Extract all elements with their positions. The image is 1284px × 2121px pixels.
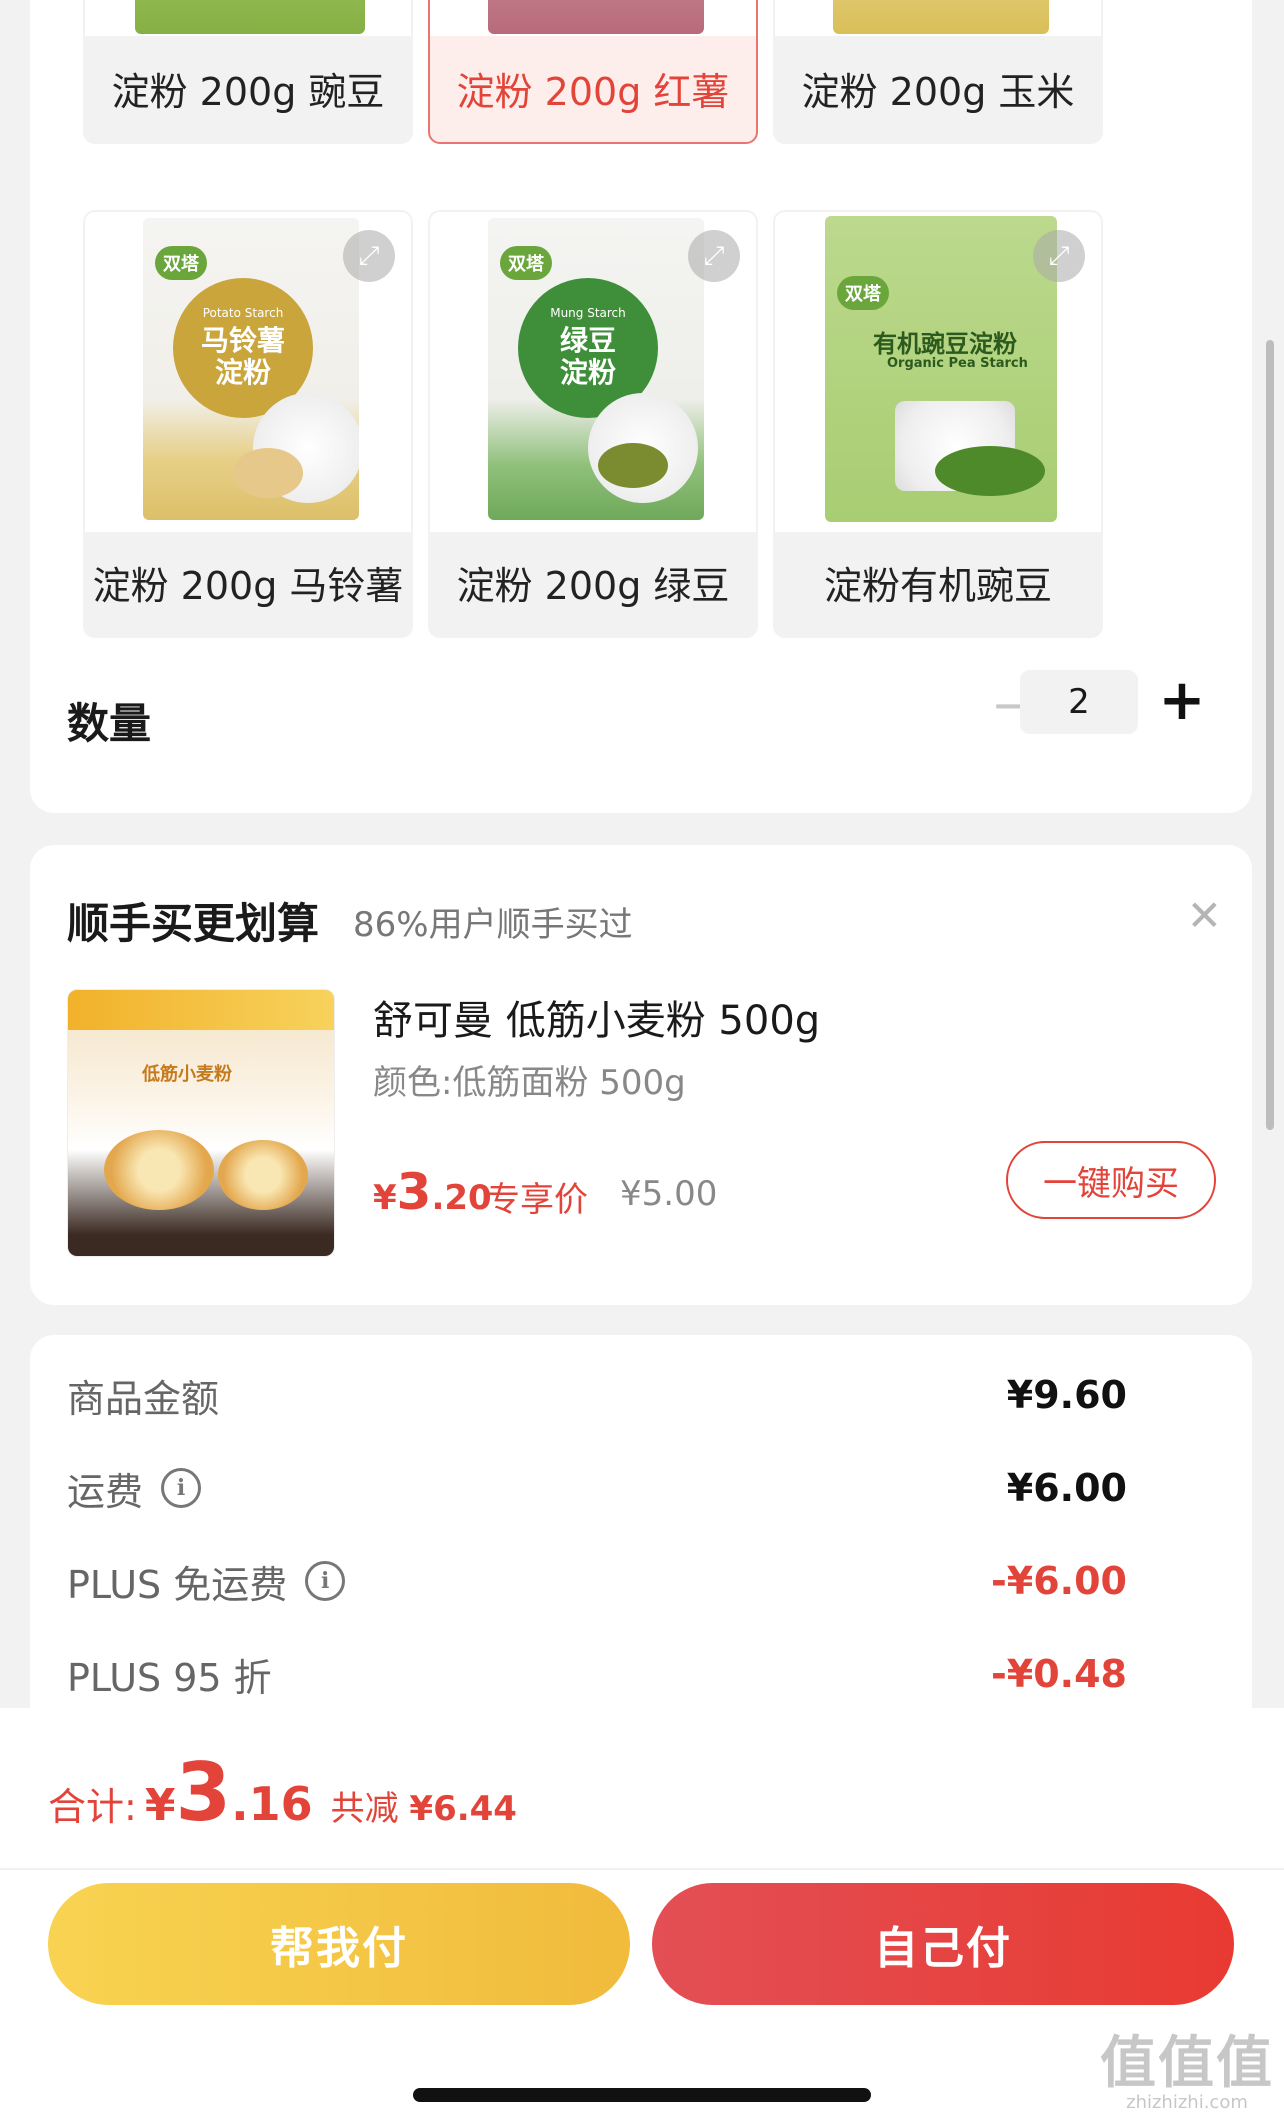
mung-bean-package-image: 双塔 Mung Starch 绿豆 淀粉 <box>488 218 704 520</box>
quantity-label: 数量 <box>67 699 152 748</box>
addon-title: 顺手买更划算 <box>67 899 320 948</box>
summary-row-plus-free-shipping: PLUS 免运费 i -¥6.00 <box>67 1551 1127 1611</box>
package-english-name: Organic Pea Starch <box>887 356 1028 371</box>
variant-label: 淀粉有机豌豆 <box>823 563 1052 608</box>
variant-card: 淀粉 200g 豌豆 淀粉 200g 红薯 淀粉 200g 玉米 双塔 Pota… <box>30 0 1252 813</box>
expand-icon[interactable]: ⤢ <box>688 230 740 282</box>
pea-package-image <box>135 0 365 34</box>
info-icon[interactable]: i <box>161 1468 202 1508</box>
package-chinese-name: 马铃薯 <box>200 323 285 357</box>
package-english-name: Mung Starch <box>550 305 626 320</box>
summary-row-shipping: 运费 i ¥6.00 <box>67 1458 1127 1518</box>
price-summary-card: 商品金额 ¥9.60 运费 i ¥6.00 PLUS 免运费 i -¥6.00 PL… <box>30 1335 1252 1755</box>
close-icon[interactable]: ✕ <box>1187 895 1222 937</box>
price-integer: 3 <box>396 1163 432 1221</box>
brand-logo: 双塔 <box>155 246 207 280</box>
variant-option-mung-bean[interactable]: 双塔 Mung Starch 绿豆 淀粉 ⤢ 淀粉 200g 绿豆 <box>428 210 758 638</box>
package-chinese-sub: 淀粉 <box>559 355 616 389</box>
addon-price: ¥ 3 .20 <box>373 1163 492 1221</box>
summary-label: PLUS 95 折 <box>67 1655 272 1700</box>
total-price: 合计: ¥ 3 .16 共减 ¥6.44 <box>48 1746 517 1839</box>
package-chinese-sub: 淀粉 <box>214 355 271 389</box>
home-indicator[interactable] <box>413 2088 871 2102</box>
variant-label: 淀粉 200g 红薯 <box>456 69 730 114</box>
sweet-potato-package-image <box>488 0 704 34</box>
variant-thumb <box>775 0 1101 36</box>
expand-icon[interactable]: ⤢ <box>1033 230 1085 282</box>
checkout-bar: 合计: ¥ 3 .16 共减 ¥6.44 帮我付 自己付 值值值 zhizhiz… <box>0 1708 1284 2121</box>
addon-product-spec: 颜色:低筋面粉 500g <box>373 1063 686 1103</box>
variant-label: 淀粉 200g 豌豆 <box>111 69 385 114</box>
cake-roll-image <box>104 1130 214 1210</box>
total-decimal: .16 <box>231 1777 313 1831</box>
expand-icon[interactable]: ⤢ <box>343 230 395 282</box>
summary-value: -¥6.00 <box>991 1559 1127 1603</box>
variant-thumb <box>430 0 756 36</box>
summary-label: 商品金额 <box>67 1376 220 1421</box>
summary-row-goods-amount: 商品金额 ¥9.60 <box>67 1365 1127 1425</box>
variant-thumb <box>85 0 411 36</box>
self-pay-button[interactable]: 自己付 <box>652 1883 1234 2005</box>
potato-image <box>233 448 303 498</box>
total-label: 合计: <box>48 1785 137 1829</box>
package-title: 有机豌豆淀粉 <box>873 330 1017 358</box>
addon-card: 顺手买更划算 86%用户顺手买过 ✕ 低筋小麦粉 舒可曼 低筋小麦粉 500g … <box>30 845 1252 1305</box>
corn-package-image <box>833 0 1049 34</box>
brand-logo: 双塔 <box>837 276 889 310</box>
variant-option-potato[interactable]: 双塔 Potato Starch 马铃薯 淀粉 ⤢ 淀粉 200g 马铃薯 <box>83 210 413 638</box>
info-icon[interactable]: i <box>305 1561 346 1601</box>
original-price: ¥5.00 <box>620 1174 718 1214</box>
scrollbar[interactable] <box>1266 340 1274 1130</box>
total-integer: 3 <box>175 1746 232 1839</box>
variant-label: 淀粉 200g 马铃薯 <box>92 563 404 608</box>
variant-option-sweet-potato[interactable]: 淀粉 200g 红薯 <box>428 0 758 144</box>
mung-bean-image <box>598 443 668 488</box>
total-savings: 共减 ¥6.44 <box>330 1789 517 1829</box>
variant-label: 淀粉 200g 玉米 <box>801 69 1075 114</box>
watermark-logo: 值值值 <box>1100 2031 1274 2096</box>
watermark: 值值值 zhizhizhi.com <box>1100 2031 1274 2114</box>
divider <box>0 1868 1284 1870</box>
pea-pod-image <box>935 446 1045 496</box>
variant-option-pea[interactable]: 淀粉 200g 豌豆 <box>83 0 413 144</box>
package-english-name: Potato Starch <box>202 305 284 320</box>
price-currency: ¥ <box>373 1178 397 1218</box>
organic-pea-package-image: 双塔 有机豌豆淀粉 Organic Pea Starch <box>825 216 1057 522</box>
summary-label: 运费 i <box>67 1461 202 1516</box>
package-chinese-name: 绿豆 <box>559 323 616 357</box>
summary-value: ¥6.00 <box>1006 1466 1127 1510</box>
variant-label: 淀粉 200g 绿豆 <box>456 563 730 608</box>
addon-product-name[interactable]: 舒可曼 低筋小麦粉 500g <box>373 988 820 1046</box>
brand-logo: 双塔 <box>500 246 552 280</box>
summary-value: ¥9.60 <box>1006 1373 1127 1417</box>
quantity-input[interactable]: 2 <box>1020 670 1138 734</box>
one-click-buy-button[interactable]: 一键购买 <box>1006 1141 1216 1219</box>
total-currency: ¥ <box>144 1780 176 1831</box>
summary-label: PLUS 免运费 i <box>67 1554 346 1609</box>
summary-value: -¥0.48 <box>991 1652 1127 1696</box>
addon-subtitle: 86%用户顺手买过 <box>353 905 633 945</box>
variant-option-organic-pea[interactable]: 双塔 有机豌豆淀粉 Organic Pea Starch ⤢ 淀粉有机豌豆 <box>773 210 1103 638</box>
potato-package-image: 双塔 Potato Starch 马铃薯 淀粉 <box>143 218 359 520</box>
summary-row-plus-discount: PLUS 95 折 -¥0.48 <box>67 1644 1127 1704</box>
variant-option-corn[interactable]: 淀粉 200g 玉米 <box>773 0 1103 144</box>
friend-pay-button[interactable]: 帮我付 <box>48 1883 630 2005</box>
exclusive-price-tag: 专享价 <box>486 1180 588 1220</box>
price-decimal: .20 <box>431 1178 492 1218</box>
package-title: 低筋小麦粉 <box>142 1064 232 1085</box>
addon-product-image[interactable]: 低筋小麦粉 <box>67 989 335 1257</box>
package-top-band <box>68 990 334 1030</box>
cake-roll-image <box>218 1140 308 1210</box>
quantity-increase-button[interactable]: + <box>1154 670 1210 734</box>
